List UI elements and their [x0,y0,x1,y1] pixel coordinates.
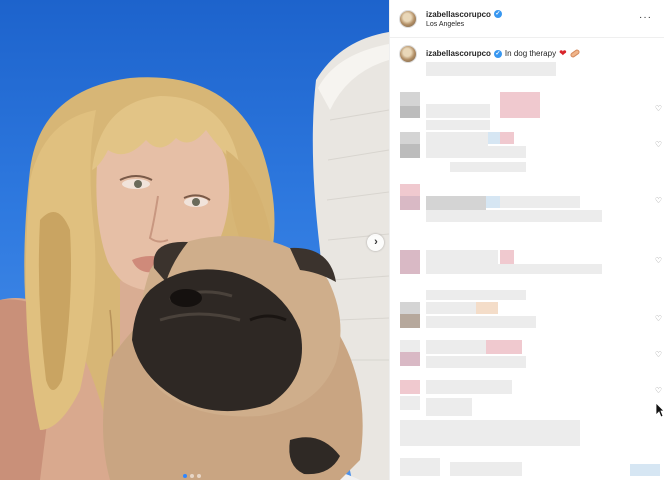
redacted-block [426,250,498,264]
redacted-avatar [400,302,420,314]
redacted-block [426,356,526,368]
like-comment-icon[interactable]: ♡ [655,350,662,359]
caption-username[interactable]: izabellascorupco [426,49,491,58]
redacted-block [426,62,556,76]
post-sidebar: izabellascorupco ✓ Los Angeles ··· izabe… [389,0,664,480]
caption-text: In dog therapy [504,49,557,58]
like-comment-icon[interactable]: ♡ [655,196,662,205]
like-comment-icon[interactable]: ♡ [655,256,662,265]
redacted-block [426,132,488,146]
redacted-block [426,380,512,394]
carousel-next-button[interactable]: › [367,234,384,251]
redacted-block [486,340,522,354]
redacted-avatar [400,314,420,328]
redacted-avatar [400,250,420,274]
instagram-post-view: › izabellascorupco ✓ Los Angeles ··· iza… [0,0,664,480]
carousel-dot [183,474,187,478]
post-location[interactable]: Los Angeles [426,21,502,28]
redacted-avatar [400,184,420,196]
photo-scene [0,32,389,480]
redacted-block [426,340,486,354]
post-photo: › [0,0,389,480]
like-comment-icon[interactable]: ♡ [655,140,662,149]
redacted-avatar [400,144,420,158]
redacted-block [426,290,526,300]
redacted-block [500,196,580,208]
redacted-avatar [400,396,420,410]
post-caption: izabellascorupco ✓ In dog therapy ❤ [399,45,664,63]
like-comment-icon[interactable]: ♡ [655,386,662,395]
redacted-block [426,302,476,314]
redacted-block [400,458,440,476]
author-username[interactable]: izabellascorupco [426,10,491,19]
redacted-avatar [400,92,420,106]
redacted-block [450,462,522,476]
redacted-block [426,264,602,274]
verified-badge-icon: ✓ [493,49,502,58]
redacted-block [426,316,536,328]
carousel-dot [190,474,194,478]
redacted-block [500,132,514,144]
carousel-indicator [183,474,201,478]
adhesive-bandage-emoji-icon [569,48,581,59]
like-comment-icon[interactable]: ♡ [655,104,662,113]
redacted-avatar [400,380,420,394]
redacted-block [500,92,540,118]
redacted-avatar [400,106,420,118]
redacted-block [426,210,602,222]
redacted-avatar [400,340,420,352]
redacted-block [426,104,490,118]
redacted-block [426,196,486,210]
like-comment-icon[interactable]: ♡ [655,314,662,323]
chevron-right-icon: › [374,236,378,248]
carousel-dot [197,474,201,478]
red-heart-emoji-icon: ❤ [559,48,567,58]
redacted-block [476,302,498,314]
author-username-row: izabellascorupco ✓ [426,10,502,19]
caption-avatar[interactable] [399,45,417,63]
author-avatar[interactable] [399,9,417,28]
redacted-avatar [400,196,420,210]
redacted-avatar [400,132,420,144]
redacted-block [450,162,526,172]
redacted-block [500,250,514,264]
mouse-cursor-icon [655,402,664,418]
verified-badge-icon: ✓ [493,10,502,18]
redacted-block [486,196,500,208]
redacted-block [426,398,472,416]
redacted-block [488,132,500,144]
redacted-block [426,146,526,158]
redacted-avatar [400,352,420,366]
post-header: izabellascorupco ✓ Los Angeles ··· [390,0,664,38]
redacted-block [400,420,580,446]
more-options-icon[interactable]: ··· [639,12,652,23]
redacted-block [630,464,660,476]
redacted-block [426,120,490,130]
